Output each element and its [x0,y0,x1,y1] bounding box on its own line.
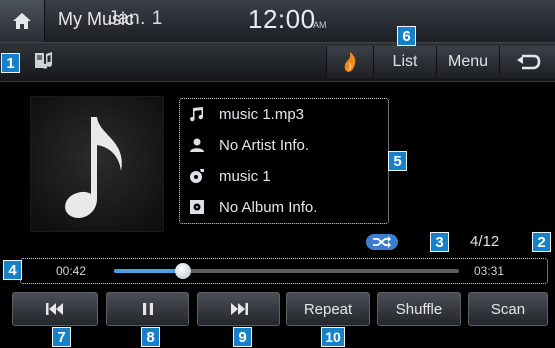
sound-settings-button[interactable] [326,46,373,78]
music-file-icon [188,105,206,123]
page-title: My Music [58,9,134,29]
back-icon [517,54,541,70]
callout-badge: 9 [233,327,252,347]
progress-fill [114,269,183,273]
ampm-indicator: AM [313,20,327,30]
repeat-button[interactable]: Repeat [286,292,370,326]
album-row: No Album Info. [188,198,317,216]
pause-icon [142,303,153,315]
skip-back-icon [46,303,63,315]
clock-display: 12:00 [248,4,316,34]
elapsed-time: 00:42 [56,264,87,278]
shuffle-button[interactable]: Shuffle [377,292,461,326]
album-art [30,96,164,232]
callout-badge: 7 [52,327,71,347]
file-name: music 1.mp3 [219,105,305,123]
music-note-icon [65,117,122,219]
sound-settings-icon [344,52,356,72]
pause-button[interactable] [106,292,189,326]
list-button[interactable]: List [373,46,436,78]
music-source-icon [35,52,53,69]
callout-badge: 10 [321,327,345,347]
scan-button[interactable]: Scan [468,292,548,326]
callout-badge: 4 [3,260,22,280]
artist-name: No Artist Info. [219,136,310,154]
file-row: music 1.mp3 [188,105,304,123]
artist-row: No Artist Info. [188,136,309,154]
shuffle-icon [373,236,391,248]
progress-handle[interactable] [175,263,191,279]
artist-icon [188,136,206,154]
next-button[interactable] [197,292,280,326]
album-name: No Album Info. [219,198,318,216]
callout-badge: 1 [1,53,20,73]
album-icon [188,198,206,216]
callout-badge: 2 [532,232,551,252]
skip-forward-icon [230,303,248,315]
audio-screen: Jan. 1 12:00 AM My Music List Menu music… [0,0,555,348]
song-title: music 1 [219,167,271,185]
song-info-panel: music 1.mp3 No Artist Info. music 1 No A… [179,98,389,224]
shuffle-indicator [366,234,398,250]
menu-button[interactable]: Menu [436,46,499,78]
callout-badge: 3 [430,232,449,252]
progress-bar[interactable] [114,263,459,279]
track-counter: 4/12 [470,233,500,250]
home-button[interactable] [0,0,45,42]
song-title-icon [188,167,206,185]
home-icon [13,13,31,29]
title-row: music 1 [188,167,271,185]
previous-button[interactable] [12,292,98,326]
callout-badge: 5 [388,151,407,171]
total-time: 03:31 [474,264,505,278]
back-button[interactable] [499,46,555,78]
callout-badge: 8 [141,327,160,347]
callout-badge: 6 [397,26,416,46]
